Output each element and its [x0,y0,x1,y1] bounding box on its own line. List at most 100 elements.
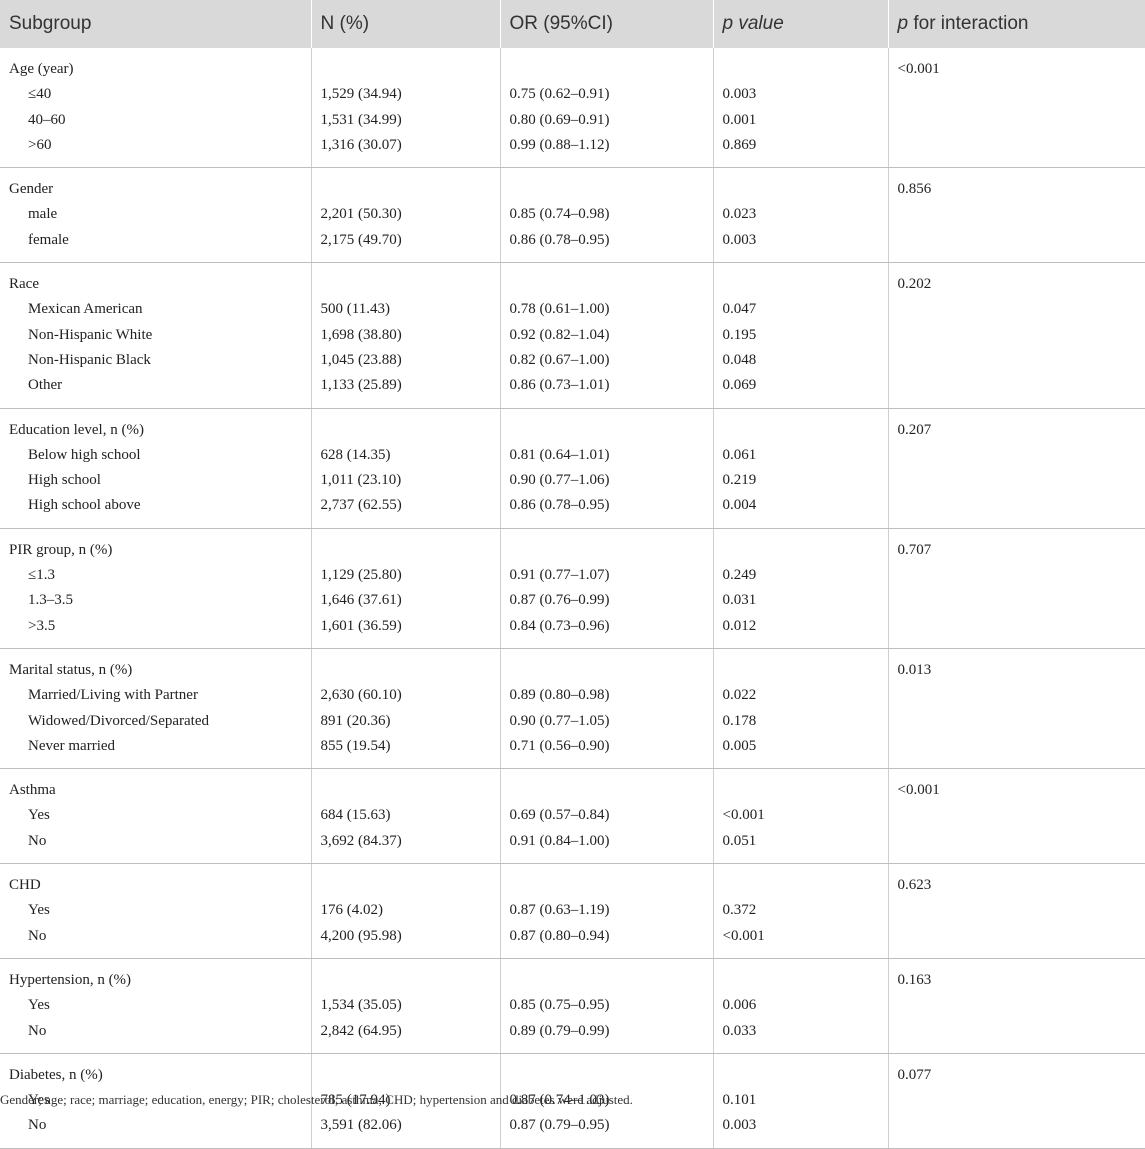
subgroup-level-label: No [28,927,47,944]
subgroup-level-label: Below high school [28,446,141,463]
n-percent-value: 1,045 (23.88) [320,351,402,368]
or-ci-value: 0.86 (0.73–1.01) [509,377,610,394]
n-percent-value: 1,011 (23.10) [320,472,402,489]
table-row: Age (year) ≤40 40–60 >60 1,529 (34.94) 1,531… [0,48,1145,169]
p-value: 0.006 [722,997,757,1014]
n-percent-value: 1,133 (25.89) [320,377,402,394]
n-percent-cell: 684 (15.63) 3,692 (84.37) [311,768,501,865]
p-interaction-cell: 0.707 [888,528,1145,649]
header-p-value: p value [713,0,889,48]
or-ci-value: 0.81 (0.64–1.01) [509,446,610,463]
p-value-cell: 0.249 0.031 0.012 [713,528,889,649]
subgroup-cell: Age (year) ≤40 40–60 >60 [0,48,312,169]
or-ci-value: 0.92 (0.82–1.04) [509,326,610,343]
n-percent-cell: 1,529 (34.94) 1,531 (34.99) 1,316 (30.07) [311,48,501,169]
subgroup-level-label: Yes [28,997,50,1014]
subgroup-level-label: Other [28,377,63,394]
subgroup-level-label: Yes [28,902,50,919]
or-ci-value: 0.84 (0.73–0.96) [509,617,610,634]
subgroup-cell: Marital status, n (%) Married/Living with… [0,648,312,770]
header-p-interaction: p for interaction [888,0,1145,48]
or-ci-value: 0.99 (0.88–1.12) [509,136,610,153]
or-ci-cell: 0.85 (0.75–0.95) 0.89 (0.79–0.99) [500,958,714,1054]
p-value: 0.069 [722,377,757,394]
or-ci-value: 0.87 (0.79–0.95) [509,1117,610,1134]
n-percent-value: 1,646 (37.61) [320,592,402,609]
table-header: Subgroup N (%) OR (95%CI) p value p for … [0,0,1145,48]
p-interaction-cell: 0.202 [888,262,1145,409]
n-percent-cell: 2,630 (60.10) 891 (20.36) 855 (19.54) [311,648,501,770]
or-ci-value: 0.82 (0.67–1.00) [509,351,610,368]
or-ci-value: 0.86 (0.78–0.95) [509,231,610,248]
subgroup-level-label: ≤1.3 [28,567,55,584]
subgroup-level-label: Widowed/Divorced/Separated [28,712,209,729]
p-value: 0.047 [722,301,757,318]
group-label: Diabetes, n (%) [9,1066,103,1083]
header-p-value-rest: value [733,13,784,34]
subgroup-level-label: >3.5 [28,617,56,634]
or-ci-cell: 0.69 (0.57–0.84) 0.91 (0.84–1.00) [500,768,714,865]
header-or-ci: OR (95%CI) [500,0,714,48]
n-percent-cell: 2,201 (50.30) 2,175 (49.70) [311,167,501,264]
p-value: 0.003 [722,86,757,103]
interaction-value: 0.013 [897,661,932,678]
group-label: Asthma [9,782,56,799]
table-footnote: Gender; age; race; marriage; education, … [0,1092,633,1107]
or-ci-value: 0.85 (0.74–0.98) [509,206,610,223]
group-label: Age (year) [9,61,74,77]
p-value: 0.061 [722,446,757,463]
n-percent-value: 628 (14.35) [320,446,391,463]
n-percent-cell: 1,534 (35.05) 2,842 (64.95) [311,958,501,1054]
n-percent-value: 2,630 (60.10) [320,687,402,704]
n-percent-value: 1,316 (30.07) [320,136,402,153]
group-label: PIR group, n (%) [9,541,113,558]
table-row: Education level, n (%) Below high school H… [0,408,1145,529]
n-percent-value: 1,529 (34.94) [320,86,402,103]
subgroup-level-label: ≤40 [28,86,52,103]
table-row: Gender male female 2,201 (50.30) 2,175 (49.… [0,167,1145,264]
or-ci-cell: 0.87 (0.63–1.19) 0.87 (0.80–0.94) [500,863,714,959]
p-value: 0.003 [722,1117,757,1134]
subgroup-level-label: No [28,1117,47,1134]
table-row: Asthma Yes No 684 (15.63) 3,692 (84.37) 0.6… [0,768,1145,865]
p-value: 0.249 [722,567,757,584]
subgroup-level-label: Mexican American [28,301,143,318]
or-ci-cell: 0.81 (0.64–1.01) 0.90 (0.77–1.06) 0.86 (0.… [500,408,714,529]
n-percent-value: 3,692 (84.37) [320,832,402,849]
interaction-value: 0.623 [897,877,932,894]
header-p-value-p: p [722,13,734,34]
n-percent-value: 1,601 (36.59) [320,617,402,634]
p-value: 0.101 [722,1092,757,1109]
or-ci-value: 0.75 (0.62–0.91) [509,86,610,103]
interaction-value: <0.001 [897,61,940,77]
table-row: Marital status, n (%) Married/Living with… [0,648,1145,770]
n-percent-value: 1,531 (34.99) [320,111,402,128]
or-ci-value: 0.85 (0.75–0.95) [509,997,610,1014]
n-percent-value: 684 (15.63) [320,807,391,824]
subgroup-level-label: Yes [28,807,50,824]
subgroup-level-label: Non-Hispanic White [28,326,153,343]
p-value-cell: 0.003 0.001 0.869 [713,48,889,169]
n-percent-value: 3,591 (82.06) [320,1117,402,1134]
p-interaction-cell: <0.001 [888,768,1145,865]
interaction-value: 0.202 [897,276,932,293]
group-label: Education level, n (%) [9,421,144,438]
p-interaction-cell: 0.623 [888,863,1145,959]
n-percent-value: 891 (20.36) [320,712,391,729]
p-value: 0.001 [722,111,757,128]
n-percent-value: 176 (4.02) [320,902,384,919]
n-percent-value: 1,129 (25.80) [320,567,402,584]
